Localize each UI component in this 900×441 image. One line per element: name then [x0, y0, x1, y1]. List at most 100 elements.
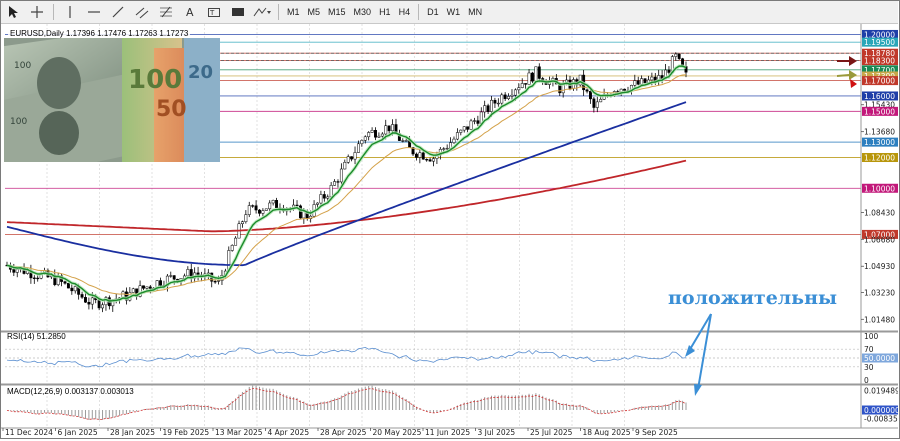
candle-body — [473, 120, 476, 122]
svg-text:T: T — [209, 9, 215, 17]
candle-body — [329, 185, 333, 198]
candle-body — [377, 135, 381, 138]
candle-body — [261, 210, 265, 214]
candle-body — [36, 277, 40, 280]
candle-body — [295, 204, 299, 207]
candle-body — [592, 98, 596, 108]
candle-body — [589, 90, 592, 100]
svg-text:A: A — [186, 6, 194, 19]
candle-body — [101, 304, 104, 309]
candle-body — [169, 275, 173, 277]
candle-body — [244, 214, 248, 222]
candle-body — [350, 156, 354, 160]
vertical-line-icon[interactable] — [61, 3, 79, 21]
blue-arrowhead-icon — [685, 345, 695, 357]
candle-body — [633, 80, 637, 86]
candle-body — [414, 153, 418, 158]
candle-body — [346, 156, 350, 163]
toolbar-separator — [418, 4, 420, 20]
timeframe-m1[interactable]: M1 — [283, 7, 304, 17]
candle-body — [384, 125, 388, 135]
svg-text:100: 100 — [128, 65, 182, 95]
candle-body — [599, 99, 603, 103]
candle-body — [360, 140, 364, 145]
candle-body — [145, 286, 149, 289]
candle-body — [401, 140, 405, 142]
price-label: 1.01480 — [864, 315, 895, 324]
candle-body — [230, 245, 234, 251]
candle-body — [131, 288, 135, 293]
candle-body — [339, 168, 343, 183]
channel-icon[interactable] — [133, 3, 151, 21]
candle-body — [469, 120, 473, 130]
candle-body — [70, 287, 74, 292]
candle-body — [32, 277, 36, 279]
symbol-info: EURUSD,Daily 1.17396 1.17476 1.17263 1.1… — [8, 29, 191, 38]
timeframe-mn[interactable]: MN — [464, 7, 486, 17]
candle-body — [142, 285, 145, 289]
candle-body — [84, 297, 87, 303]
label-tool-icon[interactable]: T — [205, 3, 223, 21]
candle-body — [326, 196, 330, 199]
candle-body — [674, 53, 678, 57]
timeframe-w1[interactable]: W1 — [443, 7, 465, 17]
rsi-label: RSI(14) 51.2850 — [7, 332, 66, 341]
toolbar: A T M1 M5 M15 M30 H1 H4 D1 W1 MN — [1, 1, 898, 24]
candle-body — [374, 130, 377, 138]
date-label: 13 Mar 2025 — [215, 428, 263, 436]
price-label: 1.16000 — [864, 92, 895, 101]
timeframe-m5[interactable]: M5 — [304, 7, 325, 17]
rsi-level-label: 100 — [864, 332, 879, 341]
timeframe-h4[interactable]: H4 — [395, 7, 415, 17]
candle-body — [483, 105, 487, 113]
banknotes-photo: 100 50 20 100 100 — [4, 38, 220, 162]
cursor-icon[interactable] — [4, 3, 22, 21]
candle-body — [247, 205, 251, 215]
candle-body — [66, 283, 70, 289]
timeframe-m30[interactable]: M30 — [350, 7, 376, 17]
date-label: 11 Dec 2024 — [5, 428, 53, 436]
candle-body — [73, 286, 77, 292]
blue-arrowhead-icon — [694, 384, 702, 396]
price-label: 1.12000 — [864, 154, 895, 163]
candle-body — [63, 281, 67, 284]
candle-body — [517, 87, 521, 91]
candle-body — [234, 237, 238, 246]
candle-body — [476, 120, 480, 124]
svg-text:20: 20 — [188, 62, 213, 83]
candle-body — [418, 152, 422, 158]
candle-body — [507, 96, 511, 99]
candle-body — [643, 78, 647, 84]
timeframe-h1[interactable]: H1 — [375, 7, 395, 17]
timeframe-d1[interactable]: D1 — [423, 7, 443, 17]
trendline-icon[interactable] — [109, 3, 127, 21]
candle-body — [445, 147, 449, 150]
svg-text:100: 100 — [10, 117, 27, 127]
price-label: 1.08430 — [864, 208, 895, 217]
fibonacci-icon[interactable] — [157, 3, 175, 21]
candle-body — [319, 194, 323, 204]
candle-body — [493, 99, 497, 104]
date-label: 19 Feb 2025 — [163, 428, 210, 436]
timeframe-m15[interactable]: M15 — [324, 7, 350, 17]
arrows-menu-icon[interactable] — [253, 3, 271, 21]
shapes-icon[interactable] — [229, 3, 247, 21]
text-tool-icon[interactable]: A — [181, 3, 199, 21]
date-label: 9 Sep 2025 — [635, 428, 678, 436]
candle-body — [217, 280, 220, 282]
candle-body — [353, 152, 357, 160]
candle-body — [595, 101, 599, 108]
candle-body — [520, 83, 524, 88]
horizontal-line-icon[interactable] — [85, 3, 103, 21]
candle-body — [80, 294, 84, 298]
crosshair-icon[interactable] — [28, 3, 46, 21]
candle-body — [486, 105, 490, 112]
candle-body — [510, 94, 514, 97]
candle-body — [432, 158, 435, 162]
candle-body — [462, 126, 466, 131]
rsi-level-label: 30 — [864, 363, 874, 372]
candle-body — [640, 78, 644, 85]
candle-body — [15, 269, 19, 273]
price-label: 1.03230 — [864, 288, 895, 297]
candle-body — [271, 200, 275, 204]
